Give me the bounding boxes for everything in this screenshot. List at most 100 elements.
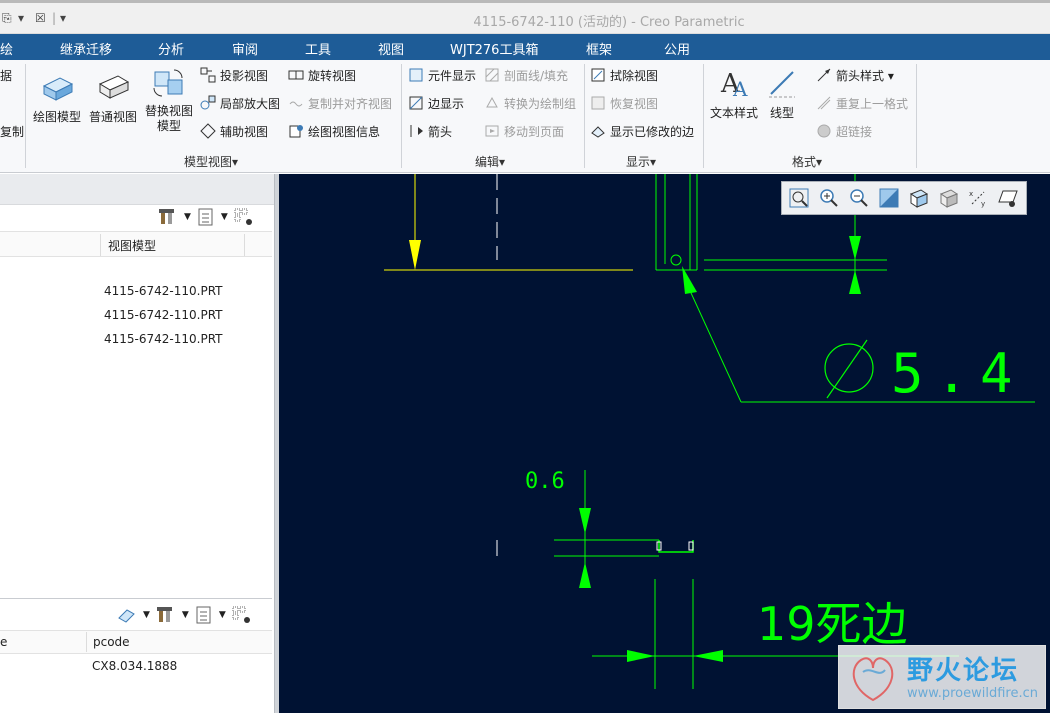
repeat-last-format-button[interactable]: 重复上一格式 <box>816 93 908 113</box>
hatching-icon <box>485 68 499 82</box>
move-to-sheet-icon <box>485 125 499 137</box>
saved-orientations-button[interactable] <box>937 187 960 210</box>
svg-text:y: y <box>981 200 985 208</box>
tools-dropdown-icon[interactable]: ▼ <box>182 610 189 620</box>
erase-view-button[interactable]: 拭除视图 <box>590 65 658 85</box>
left-panel: ▼ ▼ 视图模型 4115-6742-110.PRT 4115-6742-110… <box>0 174 278 713</box>
drawing-model-button[interactable]: 绘图模型 <box>30 70 84 125</box>
tab-review[interactable]: 审阅 <box>232 39 258 58</box>
diameter-leader[interactable] <box>685 281 742 403</box>
show-modified-edges-button[interactable]: 显示已修改的边 <box>590 121 694 141</box>
component-display-button[interactable]: 元件显示 <box>408 65 476 85</box>
revolved-view-button[interactable]: 旋转视图 <box>288 65 356 85</box>
copy-align-view-button[interactable]: 复制并对齐视图 <box>288 93 392 113</box>
tab-utilities[interactable]: 公用 <box>664 39 690 58</box>
annotation-display-button[interactable] <box>997 187 1020 210</box>
text-style-button[interactable]: A A 文本样式 <box>708 66 760 121</box>
zoom-in-button[interactable] <box>817 187 840 210</box>
arrows-button[interactable]: 箭头 <box>408 121 452 141</box>
eraser-icon[interactable] <box>117 606 137 624</box>
convert-draft-icon <box>486 96 498 108</box>
arrow-style-button[interactable]: 箭头样式 ▾ <box>816 65 894 85</box>
general-view-button[interactable]: 普通视图 <box>86 70 140 125</box>
zoom-out-button[interactable] <box>847 187 870 210</box>
small-dimension-text[interactable]: 0.6 <box>525 469 565 494</box>
saved-views-icon <box>939 189 958 208</box>
detailed-view-button[interactable]: 局部放大图 <box>200 93 280 113</box>
diameter-symbol-icon <box>824 343 874 393</box>
replace-view-model-button[interactable]: 替换视图 模型 <box>142 66 196 134</box>
tab-wjt-toolbox[interactable]: WJT276工具箱 <box>450 39 538 58</box>
eraser-dropdown-icon[interactable]: ▼ <box>143 610 150 620</box>
zoom-in-icon <box>819 189 838 207</box>
tools-icon[interactable] <box>156 606 176 624</box>
list-settings-dropdown-icon[interactable]: ▼ <box>221 212 228 222</box>
move-to-sheet-button[interactable]: 移动到页面 <box>484 121 564 141</box>
tab-analysis[interactable]: 分析 <box>158 39 184 58</box>
window-title: 4115-6742-110 (活动的) - Creo Parametric <box>473 15 745 30</box>
line-style-button[interactable]: 线型 <box>764 66 800 121</box>
auxiliary-view-icon <box>200 123 216 139</box>
tab-tools[interactable]: 工具 <box>305 39 331 58</box>
display-style-button[interactable] <box>907 187 930 210</box>
arrow-style-icon <box>817 68 831 82</box>
column-header-view-model[interactable]: 视图模型 <box>108 237 156 254</box>
convert-to-draft-group-button[interactable]: 转换为绘制组 <box>484 93 576 113</box>
group-label-edit[interactable]: 编辑▾ <box>475 153 505 170</box>
list-settings-dropdown-icon[interactable]: ▼ <box>219 610 226 620</box>
zoom-out-icon <box>849 189 868 207</box>
repaint-button[interactable] <box>877 187 900 210</box>
copy-align-view-icon <box>289 101 303 107</box>
tools-dropdown-icon[interactable]: ▼ <box>184 212 191 222</box>
general-view-icon <box>98 75 130 99</box>
tab-view[interactable]: 视图 <box>378 39 404 58</box>
table-cell-pcode[interactable]: CX8.034.1888 <box>92 659 177 673</box>
hem-profile[interactable] <box>658 540 694 553</box>
arrows-icon <box>410 125 423 137</box>
annotation-display-icon <box>997 190 1018 207</box>
hyperlink-button[interactable]: 超链接 <box>816 121 872 141</box>
edge-display-button[interactable]: 边显示 <box>408 93 464 113</box>
text-style-icon: A A <box>720 69 748 100</box>
forum-watermark: 野火论坛 www.proewildfire.cn <box>838 645 1046 709</box>
top-panel-toolbar: ▼ ▼ <box>158 208 254 226</box>
list-item[interactable]: 4115-6742-110.PRT <box>104 332 223 346</box>
list-item[interactable]: 4115-6742-110.PRT <box>104 284 223 298</box>
erase-view-icon <box>591 68 605 82</box>
hem-note-text[interactable]: 19死边 <box>757 597 908 651</box>
tab-layout[interactable]: 绘 <box>0 39 13 58</box>
hatching-button[interactable]: 剖面线/填充 <box>484 65 568 85</box>
drawing-view-info-button[interactable]: 绘图视图信息 <box>288 121 380 141</box>
tab-frame[interactable]: 框架 <box>586 39 612 58</box>
list-item[interactable]: 4115-6742-110.PRT <box>104 308 223 322</box>
list-settings-icon[interactable] <box>195 606 213 624</box>
projection-view-icon <box>200 67 216 83</box>
refit-button[interactable] <box>787 187 810 210</box>
hole-circle[interactable] <box>670 254 682 266</box>
auxiliary-view-button[interactable]: 辅助视图 <box>200 121 268 141</box>
tools-icon[interactable] <box>158 208 178 226</box>
column-header-pcode[interactable]: pcode <box>93 635 130 649</box>
datum-display-icon: xy <box>969 190 985 208</box>
watermark-logo-icon <box>852 657 894 702</box>
tab-legacy-migration[interactable]: 继承迁移 <box>60 39 112 58</box>
datum-display-button[interactable]: xy <box>967 187 990 210</box>
filter-columns-icon[interactable] <box>234 208 254 226</box>
partial-button-a[interactable]: 据 <box>0 65 12 85</box>
projection-view-button[interactable]: 投影视图 <box>200 65 268 85</box>
group-label-format[interactable]: 格式▾ <box>792 153 822 170</box>
resume-view-button[interactable]: 恢复视图 <box>590 93 658 113</box>
show-modified-edges-icon <box>591 126 605 138</box>
partial-button-copy[interactable]: 复制 <box>0 121 24 141</box>
group-label-display[interactable]: 显示▾ <box>626 153 656 170</box>
component-display-icon <box>409 68 423 82</box>
diameter-dimension-text[interactable]: 5.4 <box>891 342 1025 405</box>
list-settings-icon[interactable] <box>197 208 215 226</box>
drawing-canvas[interactable]: 5.4 0.6 19死边 <box>279 174 1050 713</box>
filter-columns-icon[interactable] <box>232 606 252 624</box>
group-label-model-view[interactable]: 模型视图▾ <box>184 153 238 170</box>
repaint-icon <box>879 188 898 208</box>
column-header-partial[interactable]: e <box>0 635 7 649</box>
resume-view-icon <box>591 96 605 110</box>
svg-text:A: A <box>732 77 748 100</box>
